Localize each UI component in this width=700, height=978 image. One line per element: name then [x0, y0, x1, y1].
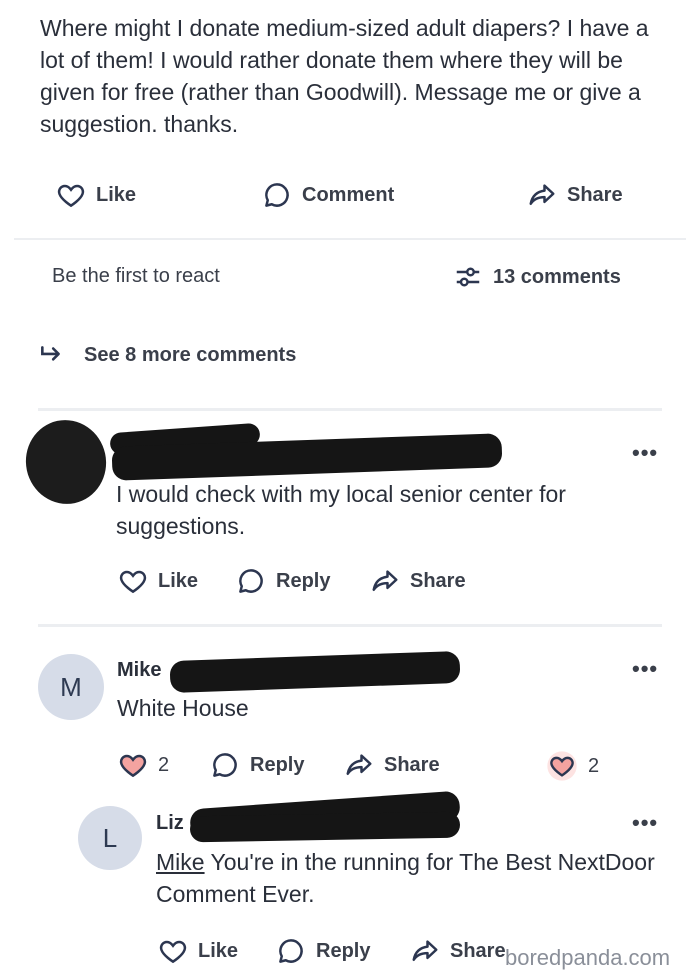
reply-button[interactable]: Reply — [276, 936, 370, 966]
comment-bubble-icon — [276, 936, 306, 966]
comment-bubble-icon — [262, 180, 292, 210]
comments-count-button[interactable]: 13 comments — [453, 262, 621, 292]
more-options-icon[interactable]: ••• — [632, 810, 658, 836]
comment-label: Comment — [302, 183, 395, 206]
comments-count: 13 comments — [493, 265, 621, 288]
reply-button[interactable]: Reply — [210, 750, 304, 780]
share-arrow-icon — [344, 750, 374, 780]
like-button[interactable]: 2 — [118, 750, 169, 780]
comment-button[interactable]: Comment — [262, 180, 394, 210]
comment-bubble-icon — [210, 750, 240, 780]
mention-link[interactable]: Mike — [156, 849, 205, 875]
like-label: Like — [96, 183, 137, 206]
comment-text: White House — [117, 695, 249, 721]
comment-bubble-icon — [236, 566, 266, 596]
divider — [38, 408, 662, 411]
more-options-icon[interactable]: ••• — [632, 440, 658, 466]
divider — [38, 624, 662, 627]
commenter-name[interactable]: Mike — [117, 659, 161, 682]
share-label: Share — [450, 939, 506, 962]
share-button[interactable]: Share — [370, 566, 466, 596]
share-button[interactable]: Share — [527, 180, 623, 210]
avatar[interactable]: L — [78, 806, 142, 870]
see-more-comments-link[interactable]: See 8 more comments — [38, 342, 296, 368]
redaction-mark — [169, 650, 461, 694]
like-button[interactable]: Like — [56, 180, 136, 210]
avatar[interactable]: M — [38, 654, 104, 720]
heart-icon — [118, 566, 148, 596]
avatar[interactable] — [18, 412, 114, 512]
reply-arrow-icon — [38, 342, 64, 368]
share-arrow-icon — [370, 566, 400, 596]
more-options-icon[interactable]: ••• — [632, 656, 658, 682]
comment-text: I would check with my local senior cente… — [116, 481, 566, 539]
share-button[interactable]: Share — [344, 750, 440, 780]
reaction-count: 2 — [588, 754, 600, 777]
share-arrow-icon — [410, 936, 440, 966]
reply-body: You're in the running for The Best NextD… — [156, 849, 655, 907]
like-label: Like — [158, 569, 199, 592]
reply-label: Reply — [250, 753, 305, 776]
like-button[interactable]: Like — [118, 566, 198, 596]
heart-icon — [158, 936, 188, 966]
heart-icon — [118, 750, 148, 780]
like-label: Like — [198, 939, 239, 962]
reply-text: Mike You're in the running for The Best … — [156, 846, 656, 910]
heart-icon — [546, 750, 578, 782]
share-label: Share — [567, 183, 623, 206]
reaction-summary[interactable]: 2 — [546, 750, 599, 782]
heart-icon — [56, 180, 86, 210]
reply-label: Reply — [316, 939, 371, 962]
watermark: boredpanda.com — [505, 945, 671, 970]
reply-label: Reply — [276, 569, 331, 592]
share-arrow-icon — [527, 180, 557, 210]
reply-button[interactable]: Reply — [236, 566, 330, 596]
redaction-mark — [189, 811, 461, 843]
react-summary[interactable]: Be the first to react — [52, 265, 220, 288]
commenter-name[interactable]: Liz — [156, 812, 184, 835]
post-text: Where might I donate medium-sized adult … — [40, 15, 649, 137]
share-button[interactable]: Share — [410, 936, 506, 966]
share-label: Share — [384, 753, 440, 776]
filter-sliders-icon — [453, 262, 483, 292]
like-button[interactable]: Like — [158, 936, 238, 966]
share-label: Share — [410, 569, 466, 592]
divider — [14, 238, 686, 240]
like-count: 2 — [158, 753, 170, 776]
see-more-label: See 8 more comments — [84, 343, 297, 366]
